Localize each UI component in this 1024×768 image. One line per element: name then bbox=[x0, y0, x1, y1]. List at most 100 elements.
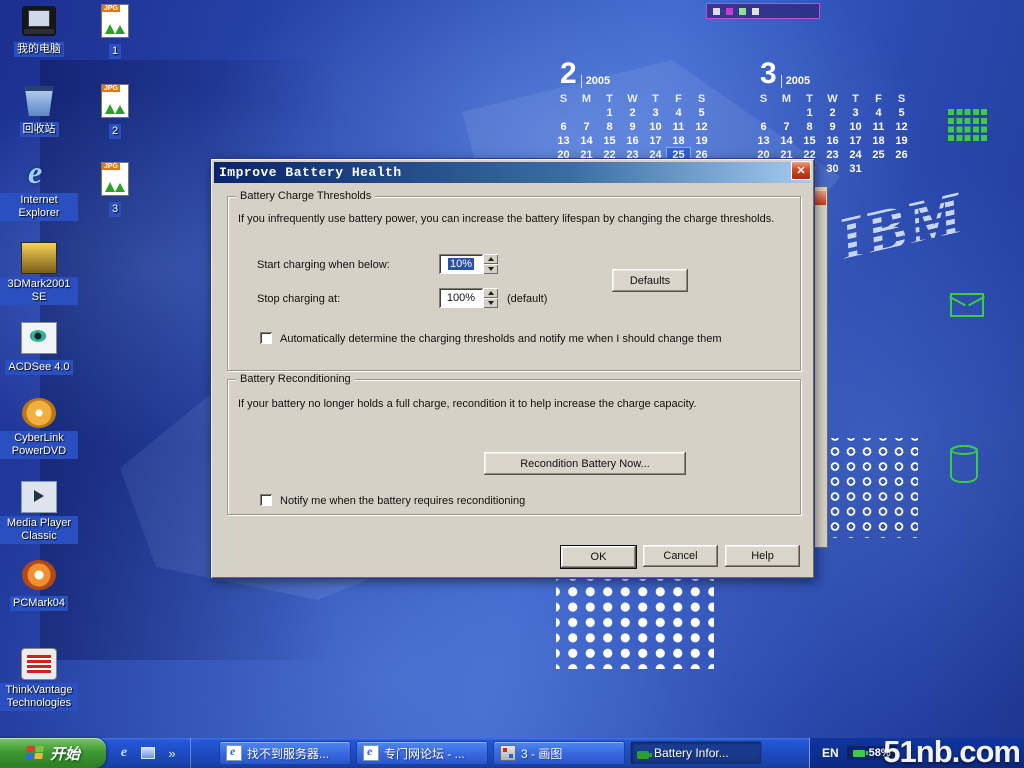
desktop-icon-my-computer[interactable]: 我的电脑 bbox=[0, 6, 78, 57]
mini-toolbar-icon bbox=[752, 8, 759, 15]
thinkvantage-icon bbox=[21, 648, 57, 680]
acdsee-icon bbox=[21, 322, 57, 354]
start-button[interactable]: 开始 bbox=[0, 738, 106, 768]
my-computer-icon bbox=[22, 6, 56, 36]
calendar-year: 2005 bbox=[581, 75, 610, 88]
watermark-51nb: 51nb.com bbox=[883, 734, 1020, 768]
stop-threshold-up-arrow[interactable] bbox=[483, 288, 498, 298]
jpg-file-icon bbox=[101, 4, 129, 38]
dialog-title: Improve Battery Health bbox=[219, 165, 402, 180]
desktop-icon-label: 1 bbox=[109, 44, 121, 59]
wallpaper-mini-toolbar bbox=[706, 3, 820, 19]
desktop-icon-label: 回收站 bbox=[20, 122, 59, 137]
task-button-battery-information[interactable]: Battery Infor... bbox=[630, 741, 762, 765]
notify-recondition-checkbox-label[interactable]: Notify me when the battery requires reco… bbox=[280, 495, 790, 507]
start-threshold-down-arrow[interactable] bbox=[483, 264, 498, 274]
stop-threshold-input[interactable]: 100% bbox=[439, 288, 483, 308]
group-label: Battery Reconditioning bbox=[236, 373, 355, 385]
calendar-month-title: 2 2005 bbox=[552, 56, 724, 88]
stop-threshold-label: Stop charging at: bbox=[257, 293, 340, 305]
desktop-icon-jpg-2[interactable]: 2 bbox=[86, 84, 144, 139]
quick-launch-chevron-icon[interactable]: » bbox=[164, 745, 180, 761]
calendar-month-number: 3 bbox=[760, 60, 777, 88]
calendar-day-headers: SMTWTFS bbox=[552, 92, 724, 106]
jpg-file-icon bbox=[101, 84, 129, 118]
wallpaper-battery-cylinder-icon bbox=[950, 445, 978, 483]
desktop-icon-internet-explorer[interactable]: Internet Explorer bbox=[0, 160, 78, 221]
desktop-icon-label: 3 bbox=[109, 202, 121, 217]
mini-toolbar-icon bbox=[739, 8, 746, 15]
auto-determine-checkbox-label[interactable]: Automatically determine the charging thr… bbox=[280, 333, 790, 345]
start-threshold-up-arrow[interactable] bbox=[483, 254, 498, 264]
reconditioning-description: If your battery no longer holds a full c… bbox=[238, 398, 790, 410]
task-button-server-not-found[interactable]: 找不到服务器... bbox=[219, 741, 351, 765]
taskbar: 开始 e » 找不到服务器... 专门网论坛 - ... 3 - 画图 Batt… bbox=[0, 738, 1024, 768]
jpg-file-icon bbox=[101, 162, 129, 196]
desktop-icon-label: 2 bbox=[109, 124, 121, 139]
desktop-icon-pcmark04[interactable]: PCMark04 bbox=[0, 560, 78, 611]
desktop-icon-label: 我的电脑 bbox=[14, 42, 64, 57]
stop-threshold-spinbox: 100% bbox=[439, 288, 498, 308]
group-battery-charge-thresholds: Battery Charge Thresholds If you infrequ… bbox=[227, 196, 801, 371]
group-battery-reconditioning: Battery Reconditioning If your battery n… bbox=[227, 379, 801, 515]
recycle-bin-icon bbox=[22, 86, 56, 116]
desktop: IBM 2 2005 SMTWTFS 123456789101112131415… bbox=[0, 0, 1024, 768]
task-buttons: 找不到服务器... 专门网论坛 - ... 3 - 画图 Battery Inf… bbox=[219, 741, 762, 765]
stop-threshold-down-arrow[interactable] bbox=[483, 298, 498, 308]
desktop-icon-label: 3DMark2001 SE bbox=[0, 277, 78, 305]
start-threshold-label: Start charging when below: bbox=[257, 259, 390, 271]
ie-page-icon bbox=[363, 745, 379, 761]
desktop-icon-recycle-bin[interactable]: 回收站 bbox=[0, 86, 78, 137]
start-threshold-spinbox: 10% bbox=[439, 254, 498, 274]
task-button-paint[interactable]: 3 - 画图 bbox=[493, 741, 625, 765]
calendar-month-title: 3 2005 bbox=[752, 56, 924, 88]
mini-toolbar-icon bbox=[726, 8, 733, 15]
thresholds-description: If you infrequently use battery power, y… bbox=[238, 213, 790, 225]
desktop-icon-thinkvantage[interactable]: ThinkVantage Technologies bbox=[0, 648, 78, 711]
paint-icon bbox=[500, 745, 516, 761]
media-player-classic-icon bbox=[21, 481, 57, 513]
quick-launch-ie-icon[interactable]: e bbox=[116, 745, 132, 761]
start-threshold-input[interactable]: 10% bbox=[439, 254, 483, 274]
quick-launch: e » bbox=[106, 738, 191, 768]
calendar-month-number: 2 bbox=[560, 60, 577, 88]
recondition-battery-now-button[interactable]: Recondition Battery Now... bbox=[484, 452, 686, 475]
notify-recondition-checkbox[interactable] bbox=[260, 494, 272, 506]
desktop-icon-powerdvd[interactable]: CyberLink PowerDVD bbox=[0, 398, 78, 459]
desktop-icon-label: Internet Explorer bbox=[0, 193, 78, 221]
desktop-icon-jpg-3[interactable]: 3 bbox=[86, 162, 144, 217]
desktop-icon-label: ThinkVantage Technologies bbox=[0, 683, 78, 711]
defaults-button[interactable]: Defaults bbox=[612, 269, 688, 292]
tray-battery-icon bbox=[853, 750, 865, 757]
help-button[interactable]: Help bbox=[725, 545, 800, 567]
desktop-icon-label: CyberLink PowerDVD bbox=[0, 431, 78, 459]
wallpaper-dot-grid-outline bbox=[820, 438, 918, 538]
cancel-button[interactable]: Cancel bbox=[643, 545, 718, 567]
desktop-icon-media-player-classic[interactable]: Media Player Classic bbox=[0, 481, 78, 544]
pcmark-icon bbox=[22, 560, 56, 590]
default-note: (default) bbox=[507, 293, 547, 305]
windows-flag-icon bbox=[25, 746, 45, 761]
start-button-label: 开始 bbox=[50, 743, 80, 764]
desktop-icon-jpg-1[interactable]: 1 bbox=[86, 4, 144, 59]
tray-language-indicator[interactable]: EN bbox=[822, 746, 839, 760]
wallpaper-ibm-logo: IBM bbox=[832, 171, 1004, 276]
calendar-year: 2005 bbox=[781, 75, 810, 88]
desktop-icon-acdsee[interactable]: ACDSee 4.0 bbox=[0, 322, 78, 375]
stop-threshold-value: 100% bbox=[447, 292, 475, 304]
wallpaper-envelope-icon bbox=[950, 293, 984, 317]
task-button-forum[interactable]: 专门网论坛 - ... bbox=[356, 741, 488, 765]
mini-toolbar-icon bbox=[713, 8, 720, 15]
desktop-icon-3dmark2001[interactable]: 3DMark2001 SE bbox=[0, 242, 78, 305]
background-window-close-button[interactable] bbox=[815, 191, 826, 205]
3dmark-icon bbox=[21, 242, 57, 274]
auto-determine-checkbox[interactable] bbox=[260, 332, 272, 344]
wallpaper-dot-grid-solid bbox=[556, 577, 714, 669]
ok-button[interactable]: OK bbox=[560, 545, 637, 569]
quick-launch-show-desktop-icon[interactable] bbox=[140, 745, 156, 761]
close-icon[interactable]: ✕ bbox=[791, 161, 811, 180]
battery-icon bbox=[637, 751, 649, 759]
improve-battery-health-dialog: Improve Battery Health ✕ Battery Charge … bbox=[210, 158, 815, 579]
desktop-icon-label: PCMark04 bbox=[10, 596, 68, 611]
group-label: Battery Charge Thresholds bbox=[236, 190, 375, 202]
